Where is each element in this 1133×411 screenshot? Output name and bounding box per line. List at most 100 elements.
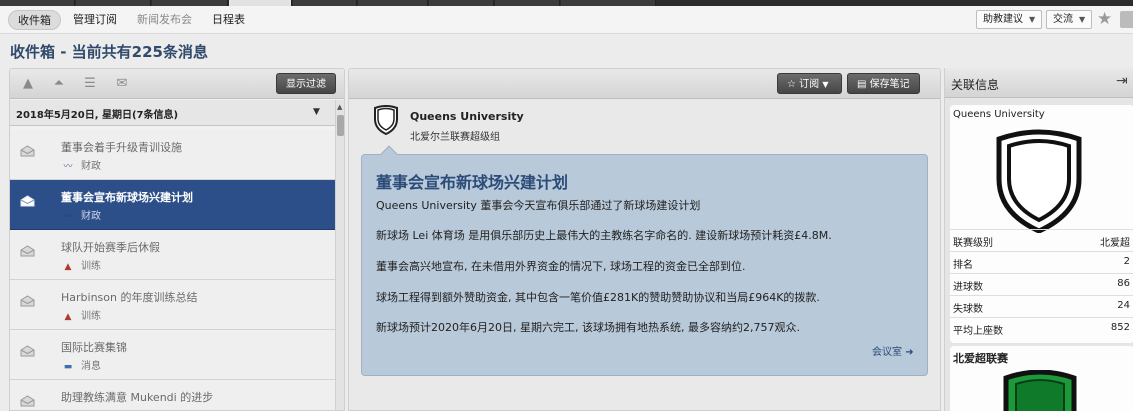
message-title: 球队开始赛季后休假 — [61, 241, 160, 254]
message-title: 国际比赛集锦 — [61, 341, 127, 354]
message-paragraph: 球场工程得到额外赞助资金, 其中包含一笔价值£281K的赞助赞助协议和当局£96… — [376, 291, 820, 304]
message-paragraph: 新球场 Lei 体育场 是用俱乐部历史上最伟大的主教练名字命名的. 建设新球场预… — [376, 229, 832, 242]
message-paragraph: 董事会高兴地宣布, 在未借用外界资金的情况下, 球场工程的资金已全部到位. — [376, 260, 746, 273]
double-arrow-up-icon[interactable]: ⏶ — [51, 76, 67, 92]
list-item[interactable]: 助理教练满意 Mukendi 的进步 ▲训练 — [10, 380, 335, 410]
message-list: 董事会着手升级青训设施 〰财政 董事会宣布新球场兴建计划 〰财政 球队开始赛季后… — [10, 130, 335, 410]
stat-row: 排名 2 — [950, 251, 1133, 273]
show-filter-button[interactable]: 显示过滤 — [276, 73, 336, 94]
stat-row: 平均上座数 852 — [950, 317, 1133, 339]
training-cone-icon: ▲ — [64, 312, 72, 322]
training-cone-icon: ▲ — [64, 262, 72, 272]
message-panel: ☆ 订阅 ▼ ▤ 保存笔记 Queens University 北爱尔兰联赛超级… — [348, 68, 941, 411]
note-icon: ▤ — [857, 79, 867, 90]
club-crest-icon — [996, 129, 1082, 233]
message-title: 助理教练满意 Mukendi 的进步 — [61, 391, 214, 404]
chevron-down-icon: ▼ — [822, 80, 829, 89]
list-item[interactable]: 董事会着手升级青训设施 〰财政 — [10, 130, 335, 180]
message-headline: 董事会宣布新球场兴建计划 — [376, 173, 569, 192]
stat-value: 852 — [1110, 322, 1130, 333]
stat-label: 进球数 — [953, 282, 983, 293]
category-label: 财政 — [81, 211, 101, 222]
date-group-header[interactable]: 2018年5月20日, 星期日(7条信息) ▼ — [10, 100, 335, 126]
list-item[interactable]: 国际比赛集锦 ▬ 消息 — [10, 330, 335, 380]
message-category: 〰财政 — [61, 157, 101, 172]
arrow-right-icon: ➜ — [905, 347, 914, 358]
tab-inbox[interactable]: 收件箱 — [8, 10, 61, 30]
envelope-icon — [20, 245, 35, 257]
exit-icon[interactable]: ⇥ — [1116, 73, 1128, 89]
arrow-up-icon[interactable]: ▲ — [20, 76, 36, 92]
date-group-label: 2018年5月20日, 星期日(7条信息) — [16, 110, 179, 121]
list-view-icon[interactable]: ☰ — [82, 76, 98, 92]
envelope-icon — [20, 145, 35, 157]
message-paragraph: 新球场预计2020年6月20日, 星期六完工, 该球场拥有地热系统, 最多容纳约… — [376, 321, 800, 334]
envelope-icon — [20, 395, 35, 407]
message-title: 董事会着手升级青训设施 — [61, 141, 182, 154]
category-label: 训练 — [81, 261, 101, 272]
message-paragraph: Queens University 董事会今天宣布俱乐部通过了新球场建设计划 — [376, 199, 701, 212]
stat-row: 进球数 86 — [950, 273, 1133, 295]
message-category: ▲ 训练 — [61, 307, 101, 322]
message-body: 董事会宣布新球场兴建计划 Queens University 董事会今天宣布俱乐… — [361, 145, 928, 376]
message-category: ▲训练 — [61, 407, 101, 410]
tab-press-conference[interactable]: 新闻发布会 — [128, 10, 201, 30]
chevron-down-icon: ▼ — [313, 107, 320, 117]
league-crest-icon — [1003, 370, 1077, 411]
tab-manage-subscriptions[interactable]: 管理订阅 — [64, 10, 126, 30]
subscribe-label: 订阅 — [799, 79, 820, 90]
chevron-down-icon: ▼ — [1029, 15, 1036, 24]
envelope-icon[interactable]: ✉ — [114, 76, 130, 92]
exchange-dropdown[interactable]: 交流 ▼ — [1046, 10, 1093, 29]
stat-value: 24 — [1117, 300, 1130, 311]
category-label: 训练 — [81, 311, 101, 322]
page-title: 收件箱 - 当前共有225条消息 — [10, 43, 208, 61]
stat-label: 联赛级别 — [953, 238, 993, 249]
exchange-label: 交流 — [1053, 14, 1073, 25]
scroll-up-icon[interactable]: ▲ — [337, 103, 342, 111]
list-item[interactable]: 球队开始赛季后休假 ▲ 训练 — [10, 230, 335, 280]
club-league[interactable]: 北爱尔兰联赛超级组 — [410, 128, 500, 143]
stat-row: 失球数 24 — [950, 295, 1133, 317]
speech-bubble-icon: ▬ — [63, 362, 73, 372]
stat-value[interactable]: 北爱超 — [1100, 234, 1130, 249]
save-note-button[interactable]: ▤ 保存笔记 — [847, 73, 920, 94]
chevron-down-icon: ▼ — [1079, 15, 1086, 24]
league-info-card: 北爱超联赛 — [950, 346, 1133, 411]
scroll-thumb[interactable] — [337, 115, 344, 136]
stat-label: 失球数 — [953, 304, 983, 315]
category-label: 财政 — [81, 161, 101, 172]
assistant-advice-dropdown[interactable]: 助教建议 ▼ — [976, 10, 1043, 29]
message-toolbar: ☆ 订阅 ▼ ▤ 保存笔记 — [349, 69, 940, 99]
league-name[interactable]: 北爱超联赛 — [953, 350, 1008, 366]
overflow-button[interactable] — [1120, 11, 1133, 28]
message-category: ▲ 训练 — [61, 257, 101, 272]
tab-schedule[interactable]: 日程表 — [203, 10, 254, 30]
boardroom-link[interactable]: 会议室 ➜ — [872, 343, 914, 358]
stat-label: 排名 — [953, 260, 973, 271]
stat-row: 联赛级别 北爱超 — [950, 229, 1133, 251]
finance-chart-icon: 〰 — [63, 212, 73, 222]
stat-label: 平均上座数 — [953, 326, 1003, 337]
subscribe-button[interactable]: ☆ 订阅 ▼ — [777, 73, 842, 94]
related-info-header: 关联信息 ⇥ — [945, 68, 1133, 98]
sub-navigation: 收件箱 管理订阅 新闻发布会 日程表 助教建议 ▼ 交流 ▼ ★ — [0, 6, 1133, 34]
envelope-icon — [20, 295, 35, 307]
message-title: Harbinson 的年度训练总结 — [61, 291, 198, 304]
star-icon: ☆ — [787, 79, 796, 90]
stat-value: 86 — [1117, 278, 1130, 289]
related-info-title: 关联信息 — [951, 78, 1000, 92]
club-name[interactable]: Queens University — [953, 109, 1045, 120]
list-item-selected[interactable]: 董事会宣布新球场兴建计划 〰财政 — [10, 180, 335, 230]
inbox-toolbar: ▲ ⏶ ☰ ✉ 显示过滤 — [10, 69, 344, 99]
star-icon[interactable]: ★ — [1097, 9, 1112, 29]
speech-notch — [380, 145, 398, 163]
finance-chart-icon: 〰 — [63, 162, 73, 172]
envelope-open-icon — [20, 195, 35, 207]
list-item[interactable]: Harbinson 的年度训练总结 ▲ 训练 — [10, 280, 335, 330]
club-info-card: Queens University 联赛级别 北爱超 排名 2 进球数 86 失球数 2… — [950, 105, 1133, 343]
inbox-panel: ▲ ⏶ ☰ ✉ 显示过滤 2018年5月20日, 星期日(7条信息) ▼ 董事会… — [9, 68, 345, 411]
club-name[interactable]: Queens University — [410, 110, 524, 123]
list-scrollbar[interactable]: ▲ — [335, 100, 344, 410]
boardroom-link-label: 会议室 — [872, 347, 902, 358]
